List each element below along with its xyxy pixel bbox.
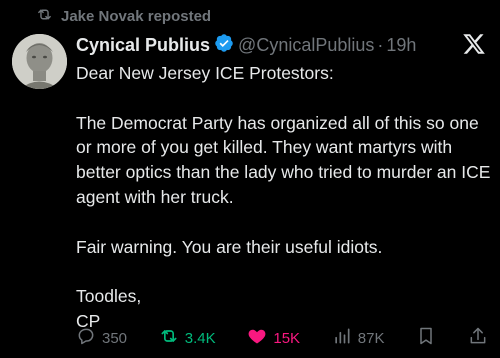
analytics-icon	[332, 326, 352, 350]
repost-button[interactable]: 3.4K	[159, 326, 216, 350]
author-handle[interactable]: @CynicalPublius	[238, 35, 374, 56]
post-paragraph: Dear New Jersey ICE Protestors:	[76, 63, 334, 83]
verified-badge-icon	[210, 33, 238, 58]
reply-icon	[76, 326, 96, 350]
timestamp[interactable]: 19h	[386, 35, 416, 56]
post-paragraph: Toodles,	[76, 286, 142, 307]
author-name[interactable]: Cynical Publius	[76, 35, 210, 56]
bookmark-icon	[416, 326, 436, 350]
action-bar: 350 3.4K 15K 87K	[76, 326, 488, 350]
repost-icon	[159, 326, 179, 350]
like-button[interactable]: 15K	[247, 326, 300, 350]
reply-button[interactable]: 350	[76, 326, 127, 350]
views-button[interactable]: 87K	[332, 326, 385, 350]
reply-count: 350	[102, 329, 128, 347]
repost-label: Jake Novak reposted	[61, 8, 212, 25]
post-header: Cynical Publius @CynicalPublius · 19h	[76, 33, 480, 58]
post-paragraph: The Democrat Party has organized all of …	[76, 112, 491, 207]
heart-icon	[247, 326, 267, 350]
repost-context[interactable]: Jake Novak reposted	[36, 6, 211, 27]
separator: ·	[377, 34, 384, 55]
post-paragraph: Fair warning. You are their useful idiot…	[76, 236, 383, 257]
post-body: Dear New Jersey ICE Protestors: The Demo…	[76, 61, 491, 334]
repost-count: 3.4K	[184, 329, 216, 347]
like-count: 15K	[273, 329, 301, 347]
share-button[interactable]	[468, 326, 488, 350]
avatar[interactable]	[12, 34, 67, 89]
bookmark-button[interactable]	[416, 326, 436, 350]
repost-icon	[36, 6, 53, 27]
view-count: 87K	[357, 329, 385, 347]
share-icon	[468, 326, 488, 350]
x-logo-icon[interactable]	[462, 32, 486, 56]
